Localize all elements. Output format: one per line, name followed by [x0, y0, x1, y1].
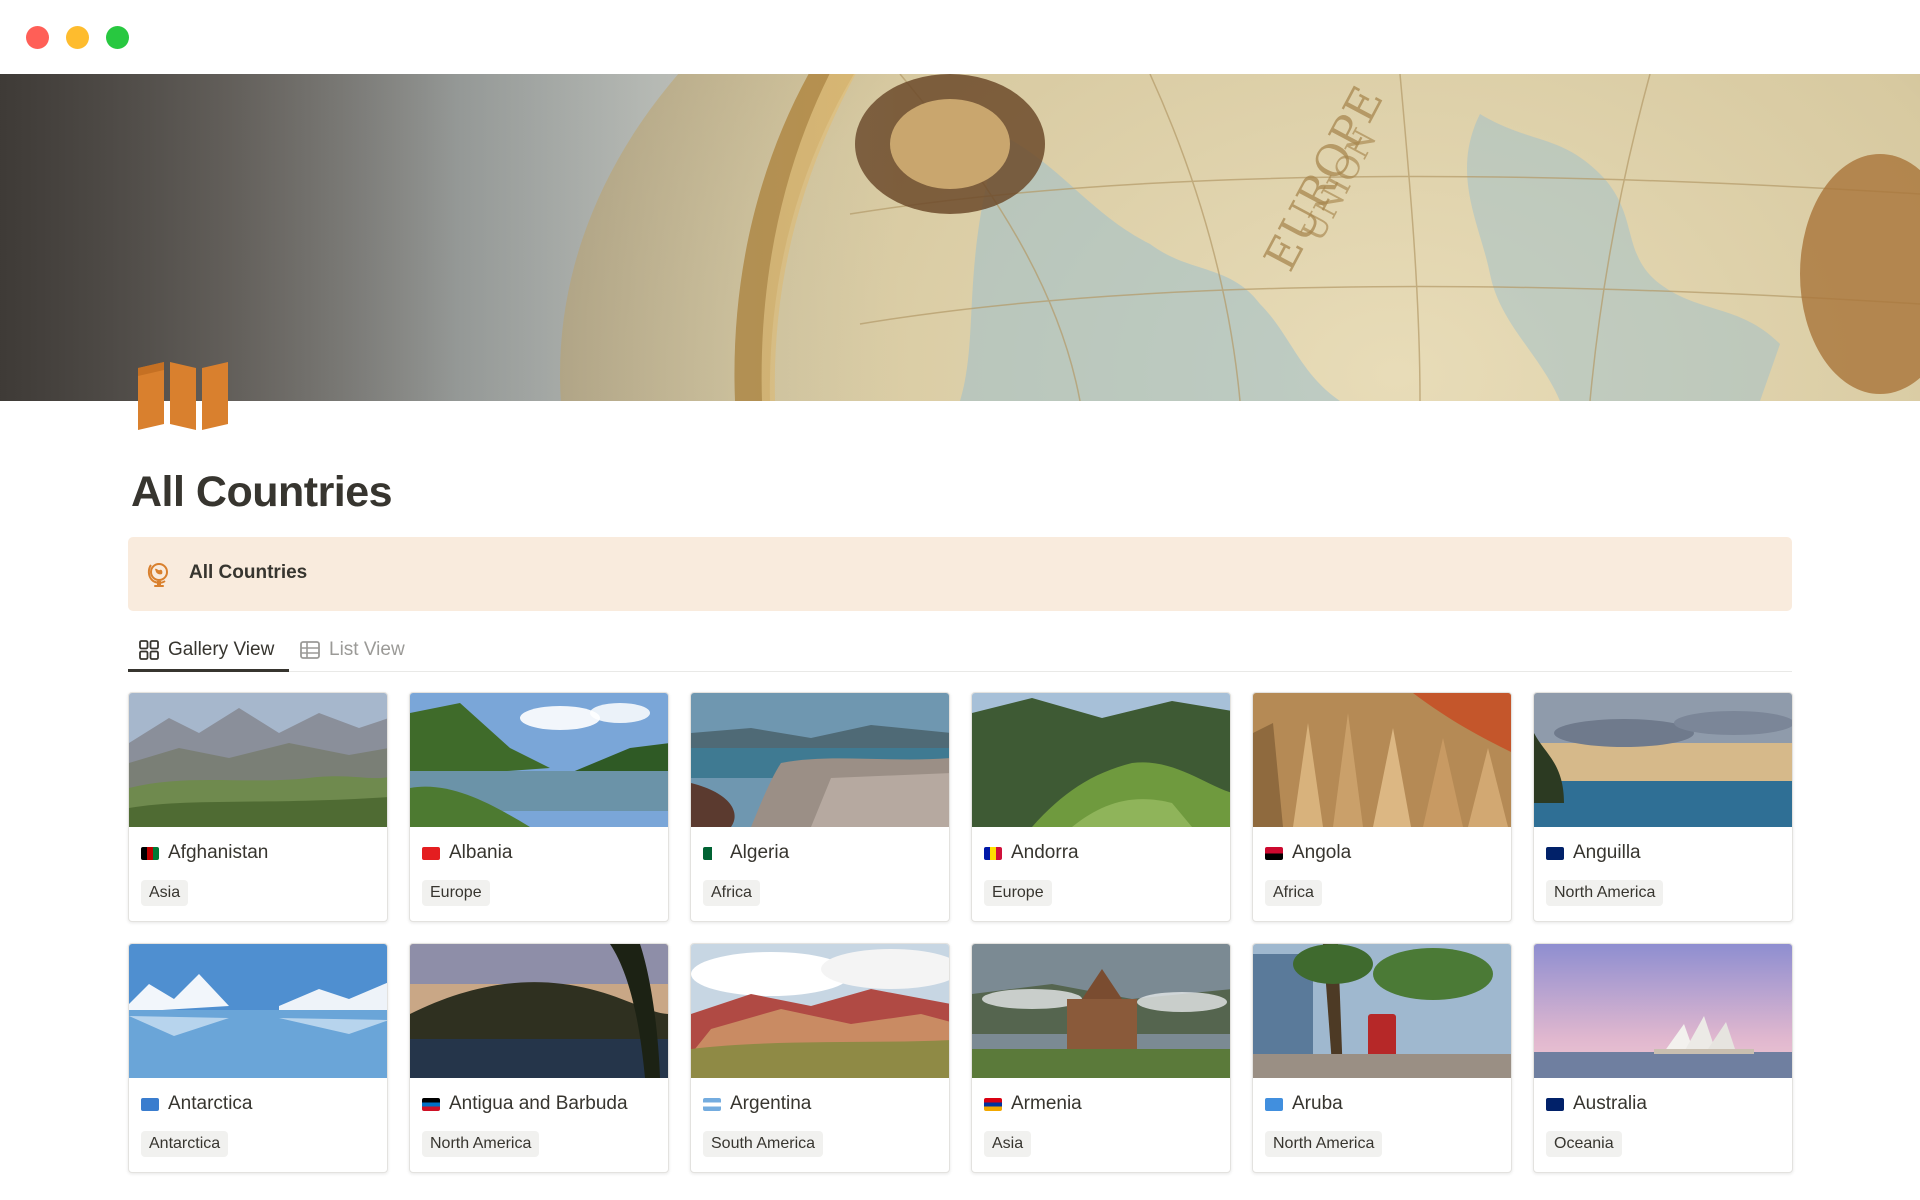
gallery-card-argentina[interactable]: Argentina South America — [690, 943, 950, 1173]
card-title-text: Antarctica — [168, 1093, 253, 1114]
tab-list-view[interactable]: List View — [299, 628, 405, 672]
flag-afghanistan-icon — [141, 846, 159, 860]
card-cover-image — [1534, 944, 1792, 1078]
card-title: Argentina — [703, 1092, 811, 1116]
card-title: Armenia — [984, 1092, 1082, 1116]
card-title-text: Angola — [1292, 842, 1352, 863]
card-cover-image — [972, 944, 1230, 1078]
flag-armenia-icon — [984, 1097, 1002, 1111]
continent-tag: Asia — [141, 880, 189, 906]
card-title-text: Andorra — [1011, 842, 1079, 863]
flag-andorra-icon — [984, 846, 1002, 860]
flag-aruba-icon — [1265, 1097, 1283, 1111]
card-title-text: Armenia — [1011, 1093, 1082, 1114]
gallery-card-afghanistan[interactable]: Afghanistan Asia — [128, 692, 388, 922]
gallery-card-armenia[interactable]: Armenia Asia — [971, 943, 1231, 1173]
card-title-text: Anguilla — [1573, 842, 1641, 863]
card-title: Antarctica — [141, 1092, 252, 1116]
gallery-card-anguilla[interactable]: Anguilla North America — [1533, 692, 1793, 922]
card-cover-image — [410, 944, 668, 1078]
window-titlebar — [0, 0, 1920, 74]
card-title-text: Albania — [449, 842, 513, 863]
flag-australia-icon — [1546, 1097, 1564, 1111]
flag-antigua-and-barbuda-icon — [422, 1097, 440, 1111]
view-tabs: Gallery View List View — [128, 628, 1792, 672]
card-title-text: Australia — [1573, 1093, 1647, 1114]
card-cover-image — [691, 693, 949, 827]
gallery-card-aruba[interactable]: Aruba North America — [1252, 943, 1512, 1173]
card-title-text: Aruba — [1292, 1093, 1343, 1114]
card-title-text: Afghanistan — [168, 842, 269, 863]
gallery-icon — [139, 640, 159, 660]
card-title: Angola — [1265, 841, 1351, 865]
continent-tag: North America — [1265, 1131, 1383, 1157]
tab-list-label: List View — [329, 639, 405, 660]
card-cover-image — [972, 693, 1230, 827]
continent-tag: Asia — [984, 1131, 1032, 1157]
card-title: Australia — [1546, 1092, 1647, 1116]
card-title: Andorra — [984, 841, 1079, 865]
globe-cover-graphic: EUROPE UNION — [0, 74, 1920, 401]
continent-tag: North America — [1546, 880, 1664, 906]
continent-tag: Oceania — [1546, 1131, 1622, 1157]
card-cover-image — [1253, 944, 1511, 1078]
card-cover-image — [129, 944, 387, 1078]
gallery-card-albania[interactable]: Albania Europe — [409, 692, 669, 922]
card-title: Antigua and Barbuda — [422, 1092, 628, 1116]
flag-antarctica-icon — [141, 1097, 159, 1111]
card-cover-image — [410, 693, 668, 827]
card-title-text: Argentina — [730, 1093, 812, 1114]
callout-text: All Countries — [189, 562, 308, 583]
continent-tag: Antarctica — [141, 1131, 229, 1157]
card-title-text: Algeria — [730, 842, 790, 863]
active-tab-indicator — [128, 669, 289, 672]
gallery-card-andorra[interactable]: Andorra Europe — [971, 692, 1231, 922]
card-cover-image — [1253, 693, 1511, 827]
flag-anguilla-icon — [1546, 846, 1564, 860]
maximize-window-button[interactable] — [106, 26, 129, 49]
flag-albania-icon — [422, 846, 440, 860]
tab-gallery-label: Gallery View — [168, 639, 275, 660]
callout-block[interactable]: All Countries — [128, 537, 1792, 611]
page-title[interactable]: All Countries — [131, 468, 393, 517]
minimize-window-button[interactable] — [66, 26, 89, 49]
gallery-card-antigua-and-barbuda[interactable]: Antigua and Barbuda North America — [409, 943, 669, 1173]
gallery-card-algeria[interactable]: Algeria Africa — [690, 692, 950, 922]
card-title: Afghanistan — [141, 841, 268, 865]
card-title: Algeria — [703, 841, 789, 865]
close-window-button[interactable] — [26, 26, 49, 49]
continent-tag: Europe — [984, 880, 1052, 906]
flag-argentina-icon — [703, 1097, 721, 1111]
continent-tag: Europe — [422, 880, 490, 906]
continent-tag: Africa — [703, 880, 760, 906]
card-title: Albania — [422, 841, 512, 865]
map-icon[interactable] — [136, 362, 232, 432]
flag-algeria-icon — [703, 846, 721, 860]
gallery-card-antarctica[interactable]: Antarctica Antarctica — [128, 943, 388, 1173]
gallery-card-angola[interactable]: Angola Africa — [1252, 692, 1512, 922]
card-title: Anguilla — [1546, 841, 1641, 865]
continent-tag: South America — [703, 1131, 824, 1157]
card-title: Aruba — [1265, 1092, 1343, 1116]
card-cover-image — [1534, 693, 1792, 827]
globe-icon — [147, 563, 168, 587]
gallery-card-australia[interactable]: Australia Oceania — [1533, 943, 1793, 1173]
table-icon — [300, 641, 320, 659]
continent-tag: Africa — [1265, 880, 1322, 906]
card-cover-image — [129, 693, 387, 827]
card-cover-image — [691, 944, 949, 1078]
card-title-text: Antigua and Barbuda — [449, 1093, 628, 1114]
cover-image[interactable]: EUROPE UNION — [0, 74, 1920, 401]
map-icon-graphic — [138, 362, 228, 430]
continent-tag: North America — [422, 1131, 540, 1157]
flag-angola-icon — [1265, 846, 1283, 860]
tab-gallery-view[interactable]: Gallery View — [138, 628, 274, 672]
